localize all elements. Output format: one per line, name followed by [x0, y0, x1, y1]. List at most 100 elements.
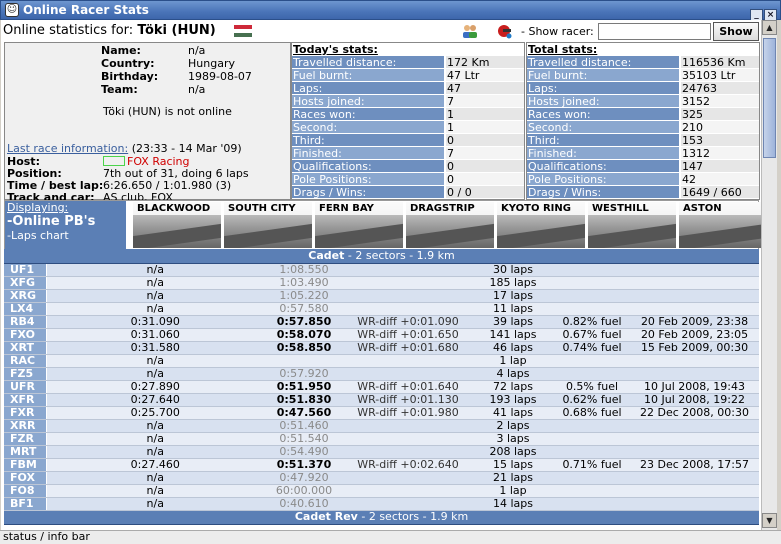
wr-diff-cell [344, 289, 472, 303]
total-stat-row: Finished: 1312 [527, 147, 759, 160]
show-button[interactable]: Show [713, 22, 759, 41]
scroll-down-icon[interactable]: ▼ [762, 513, 777, 528]
today-stat-row: Third: 0 [292, 134, 524, 147]
group-header: Cadet Rev - 2 sectors - 1.9 km [4, 510, 759, 525]
table-row[interactable]: UF1 n/a 1:08.550 30 laps [4, 263, 759, 277]
buddies-icon[interactable] [461, 23, 479, 39]
last-race-link[interactable]: Last race information: [7, 142, 128, 155]
table-row[interactable]: FXO 0:31.060 0:58.070 WR-diff +0:01.650 141 … [4, 328, 759, 342]
track-tab-blackwood[interactable]: BLACKWOOD [133, 202, 221, 248]
table-row[interactable]: FXR 0:25.700 0:47.560 WR-diff +0:01.980 41 l… [4, 406, 759, 420]
car-cell[interactable]: UFR [4, 380, 47, 394]
car-cell[interactable]: FO8 [4, 484, 47, 498]
track-tab-label: ASTON [679, 202, 761, 215]
table-row[interactable]: XRT 0:31.580 0:58.850 WR-diff +0:01.680 46 l… [4, 341, 759, 355]
car-cell[interactable]: UF1 [4, 263, 47, 277]
group-header-cell: Cadet Rev - 2 sectors - 1.9 km [4, 510, 759, 525]
racer-helmet-icon[interactable] [495, 23, 513, 39]
table-row[interactable]: RAC n/a 1 lap [4, 354, 759, 368]
date-cell [630, 367, 759, 381]
laps-cell: 208 laps [472, 445, 554, 459]
table-row[interactable]: FO8 n/a 60:00.000 1 lap [4, 484, 759, 498]
group-header-cell: Cadet - 2 sectors - 1.9 km [4, 249, 759, 264]
scroll-up-icon[interactable]: ▲ [762, 20, 777, 35]
fuel-cell: 0.62% fuel [554, 393, 630, 407]
display-mode-online-pbs[interactable]: -Online PB's [7, 214, 126, 229]
date-cell: 10 Jul 2008, 19:43 [630, 380, 759, 394]
table-row[interactable]: BF1 n/a 0:40.610 14 laps [4, 497, 759, 511]
team-value: n/a [188, 83, 206, 96]
fuel-cell [554, 432, 630, 446]
main-panel: Online statistics for: Töki (HUN) - Show… [1, 20, 761, 530]
split-cell: 0:31.580 [46, 341, 264, 355]
table-row[interactable]: XRG n/a 1:05.220 17 laps [4, 289, 759, 303]
displaying-link[interactable]: Displaying: [7, 201, 126, 214]
car-cell[interactable]: XRT [4, 341, 47, 355]
car-cell[interactable]: LX4 [4, 302, 47, 316]
car-cell[interactable]: XFR [4, 393, 47, 407]
total-stat-row: Hosts joined: 3152 [527, 95, 759, 108]
laps-cell: 3 laps [472, 432, 554, 446]
total-stat-label: Travelled distance: [527, 56, 679, 69]
track-tab-westhill[interactable]: WESTHILL [588, 202, 676, 248]
car-cell[interactable]: BF1 [4, 497, 47, 511]
show-racer-input[interactable] [598, 23, 711, 40]
track-tab-south-city[interactable]: SOUTH CITY [224, 202, 312, 248]
last-race-info: Last race information: (23:33 - 14 Mar '… [7, 142, 297, 204]
table-row[interactable]: XFR 0:27.640 0:51.830 WR-diff +0:01.130 193 … [4, 393, 759, 407]
total-stat-row: Pole Positions: 42 [527, 173, 759, 186]
scroll-thumb[interactable] [763, 38, 776, 158]
table-row[interactable]: FOX n/a 0:47.920 21 laps [4, 471, 759, 485]
car-cell[interactable]: FOX [4, 471, 47, 485]
window-titlebar[interactable]: ☺ Online Racer Stats _ × [0, 0, 781, 22]
today-stat-label: Third: [292, 134, 444, 147]
split-cell: n/a [46, 302, 264, 316]
table-row[interactable]: MRT n/a 0:54.490 208 laps [4, 445, 759, 459]
table-row[interactable]: FZR n/a 0:51.540 3 laps [4, 432, 759, 446]
vertical-scrollbar[interactable]: ▲ ▼ [761, 20, 777, 530]
date-cell: 23 Dec 2008, 17:57 [630, 458, 759, 472]
date-cell [630, 497, 759, 511]
car-cell[interactable]: XRR [4, 419, 47, 433]
track-tab-fern-bay[interactable]: FERN BAY [315, 202, 403, 248]
track-tab-kyoto-ring[interactable]: KYOTO RING [497, 202, 585, 248]
date-cell [630, 471, 759, 485]
today-stat-value: 7 [446, 147, 524, 160]
today-stats-title: Today's stats: [293, 43, 378, 56]
track-tab-dragstrip[interactable]: DRAGSTRIP [406, 202, 494, 248]
table-row[interactable]: FBM 0:27.460 0:51.370 WR-diff +0:02.640 15 l… [4, 458, 759, 472]
table-row[interactable]: FZ5 n/a 0:57.920 4 laps [4, 367, 759, 381]
wr-diff-cell [344, 484, 472, 498]
display-mode-panel: Displaying: -Online PB's -Laps chart [5, 201, 126, 249]
car-cell[interactable]: XFG [4, 276, 47, 290]
car-cell[interactable]: FXO [4, 328, 47, 342]
car-cell[interactable]: FZ5 [4, 367, 47, 381]
car-cell[interactable]: RAC [4, 354, 47, 368]
table-row[interactable]: LX4 n/a 0:57.580 11 laps [4, 302, 759, 316]
car-cell[interactable]: FBM [4, 458, 47, 472]
split-cell: 0:27.460 [46, 458, 264, 472]
wr-diff-cell: WR-diff +0:01.130 [344, 393, 472, 407]
table-row[interactable]: XFG n/a 1:03.490 185 laps [4, 276, 759, 290]
car-cell[interactable]: FZR [4, 432, 47, 446]
car-cell[interactable]: XRG [4, 289, 47, 303]
track-tab-label: WESTHILL [588, 202, 676, 215]
date-cell [630, 445, 759, 459]
display-mode-laps-chart[interactable]: -Laps chart [7, 229, 126, 242]
car-cell[interactable]: RB4 [4, 315, 47, 329]
total-stat-value: 24763 [681, 82, 759, 95]
table-row[interactable]: RB4 0:31.090 0:57.850 WR-diff +0:01.090 39 l… [4, 315, 759, 329]
host-flag-icon [103, 156, 125, 166]
car-cell[interactable]: MRT [4, 445, 47, 459]
table-row[interactable]: XRR n/a 0:51.460 2 laps [4, 419, 759, 433]
fuel-cell [554, 419, 630, 433]
date-cell [630, 419, 759, 433]
date-cell [630, 484, 759, 498]
total-stat-value: 42 [681, 173, 759, 186]
car-cell[interactable]: FXR [4, 406, 47, 420]
table-row[interactable]: UFR 0:27.890 0:51.950 WR-diff +0:01.640 72 l… [4, 380, 759, 394]
split-cell: 0:31.060 [46, 328, 264, 342]
track-tab-aston[interactable]: ASTON [679, 202, 761, 248]
laps-cell: 14 laps [472, 497, 554, 511]
fuel-cell [554, 484, 630, 498]
